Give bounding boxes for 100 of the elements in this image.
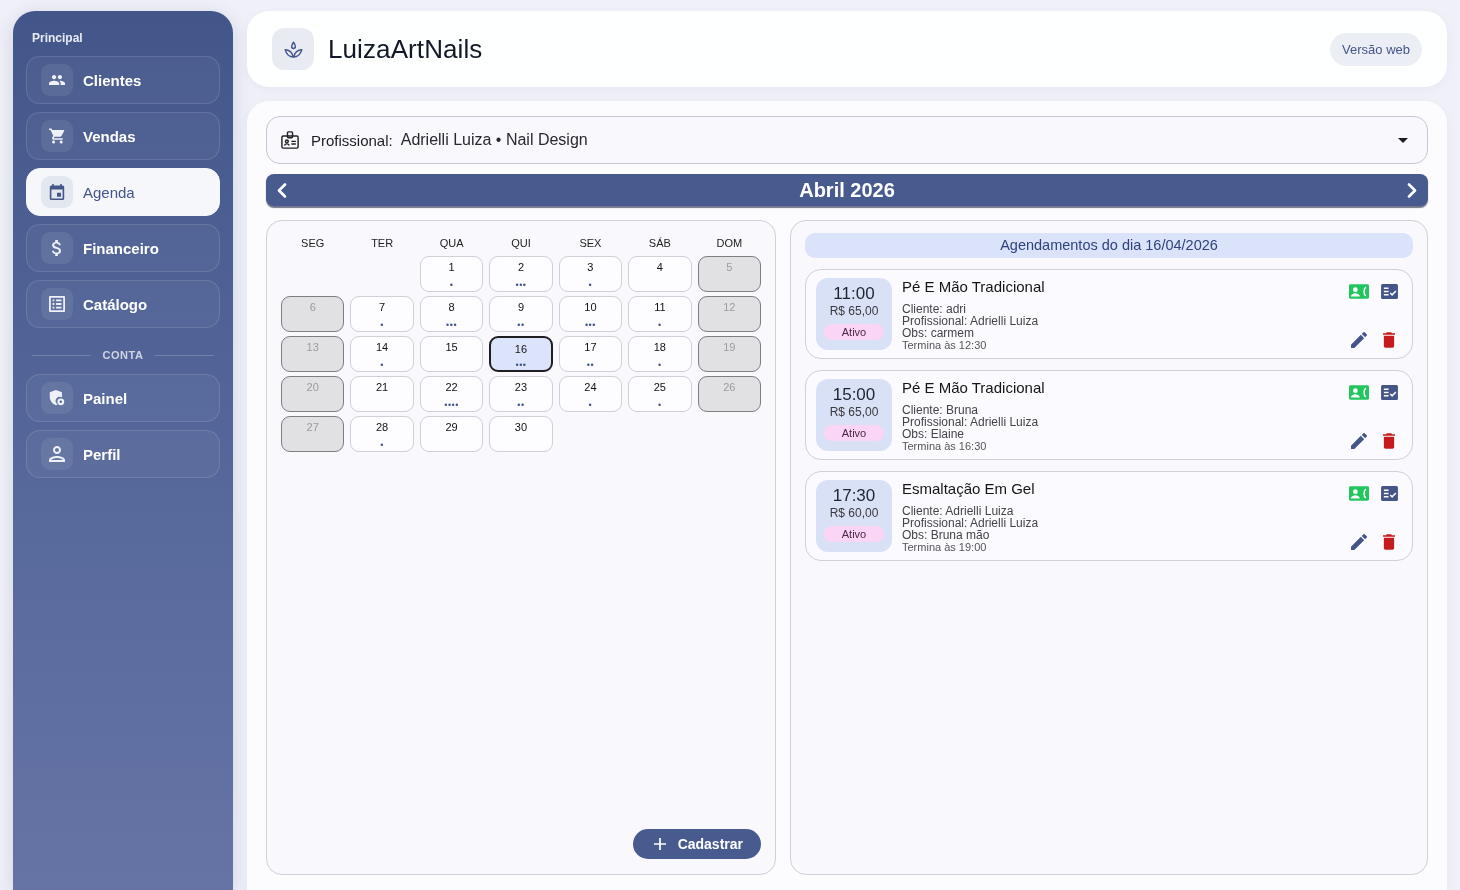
calendar-day[interactable]: 21 [350,376,414,412]
sidebar-item[interactable]: Financeiro [26,224,220,272]
service-name: Esmaltação Em Gel [902,480,1035,498]
calendar-day[interactable]: 14 • [350,336,414,372]
weekday-label: DOM [716,237,743,250]
checklist-icon[interactable] [1380,485,1398,501]
calendar-day[interactable]: 18 • [628,336,692,372]
professional-text: Profissional: Adrielli Luiza [902,315,1039,327]
appointment-dots: • [658,361,662,370]
calendar-day[interactable]: 15 [419,336,484,372]
caret-down-icon [1398,137,1408,143]
appointment-price: R$ 65,00 [829,304,879,318]
chevron-right-icon[interactable] [1407,182,1417,198]
status-badge: Ativo [824,425,884,441]
service-name: Pé E Mão Tradicional [902,379,1045,397]
appointment-dots: •• [517,321,525,330]
web-version-button[interactable]: Versão web [1330,32,1422,66]
end-time-text: Termina às 19:00 [902,541,987,553]
delete-icon[interactable] [1383,433,1395,449]
plus-icon [653,838,666,850]
calendar-day[interactable]: 11 • [628,296,692,332]
month-title: Abril 2026 [799,178,895,202]
end-time-text: Termina às 12:30 [902,339,987,351]
chevron-left-icon[interactable] [277,182,287,198]
end-time-text: Termina às 16:30 [902,440,987,452]
professional-select[interactable]: Profissional: Adrielli Luiza • Nail Design [266,116,1428,164]
appointment-price: R$ 65,00 [829,405,879,419]
dollar-icon [41,232,73,264]
weekday-label: SEG [301,237,325,250]
weekday-label: QUI [511,237,531,250]
sidebar-item[interactable]: Perfil [26,430,220,478]
calendar-day[interactable]: 9 •• [489,296,553,332]
checklist-icon[interactable] [1380,283,1398,299]
appointment-dots: •• [586,361,595,370]
appointment-dots: • [380,361,384,370]
calendar-day[interactable]: 29 [419,416,484,452]
section-heading: Principal [32,31,83,46]
id-card-icon [281,131,299,149]
calendar-day[interactable]: 22 •••• [419,376,484,412]
calendar-icon [41,176,73,208]
calendar-day[interactable]: 3 • [558,256,623,292]
calendar-day[interactable]: 30 [489,416,553,452]
appointment-dots: •• [517,401,525,410]
weekday-label: QUA [439,237,464,250]
service-name: Pé E Mão Tradicional [902,278,1045,296]
shield-icon [41,382,73,414]
appointment-dots: • [658,401,662,410]
professional-text: Profissional: Adrielli Luiza [902,416,1039,428]
person-icon [41,438,73,470]
checklist-icon[interactable] [1380,384,1398,400]
calendar-day[interactable]: 25 • [628,376,692,412]
appointment-price: R$ 60,00 [829,506,879,520]
people-icon [41,64,73,96]
notes-text: Obs: carmem [902,327,974,339]
section-heading: CONTA [102,348,144,362]
calendar-day[interactable]: 16 ••• [489,336,553,372]
calendar-day[interactable]: 28 • [350,416,414,452]
day-heading-bar: Agendamentos do dia 16/04/2026 [805,233,1413,258]
status-badge: Ativo [824,526,884,542]
delete-icon[interactable] [1383,534,1395,550]
calendar-day[interactable]: 23 •• [489,376,553,412]
appointment-dots: ••• [515,281,527,290]
appointment-dots: • [588,281,593,290]
calendar-day[interactable]: 4 [628,256,692,292]
sidebar-item[interactable]: Catálogo [26,280,220,328]
edit-icon[interactable] [1351,534,1367,550]
appointment-time: 15:00 [832,385,876,405]
lotus-icon [272,28,314,70]
weekday-label: TER [371,237,394,250]
sidebar-item[interactable]: Vendas [26,112,220,160]
professional-text: Profissional: Adrielli Luiza [902,517,1039,529]
delete-icon[interactable] [1383,332,1395,348]
client-text: Cliente: Bruna [902,404,979,416]
client-text: Cliente: adri [902,303,967,315]
appointment-dots: •••• [444,401,459,410]
appointment-dots: • [380,441,384,450]
appointment-dots: • [588,401,593,410]
appointment-dots: ••• [446,321,458,330]
list-icon [41,288,73,320]
weekday-label: SEX [579,237,602,250]
appointment-dots: • [380,321,384,330]
calendar-day[interactable]: 1 • [419,256,484,292]
edit-icon[interactable] [1351,433,1367,449]
sidebar-item[interactable]: Clientes [26,56,220,104]
calendar-day[interactable]: 10 ••• [558,296,623,332]
calendar-day[interactable]: 7 • [350,296,414,332]
notes-text: Obs: Elaine [902,428,965,440]
add-appointment-button[interactable]: Cadastrar [632,829,761,859]
appointment-time: 17:30 [832,486,876,506]
appointment-dots: • [658,321,662,330]
calendar-day[interactable]: 8 ••• [419,296,484,332]
edit-icon[interactable] [1351,332,1367,348]
appointment-dots: ••• [584,321,596,330]
calendar-day[interactable]: 17 •• [558,336,623,372]
calendar-day[interactable]: 2 ••• [489,256,553,292]
sidebar-item[interactable]: Painel [26,374,220,422]
calendar-day[interactable]: 24 • [558,376,623,412]
sidebar-item[interactable]: Agenda [26,168,220,216]
cart-icon [41,120,73,152]
appointment-dots: ••• [515,361,527,370]
